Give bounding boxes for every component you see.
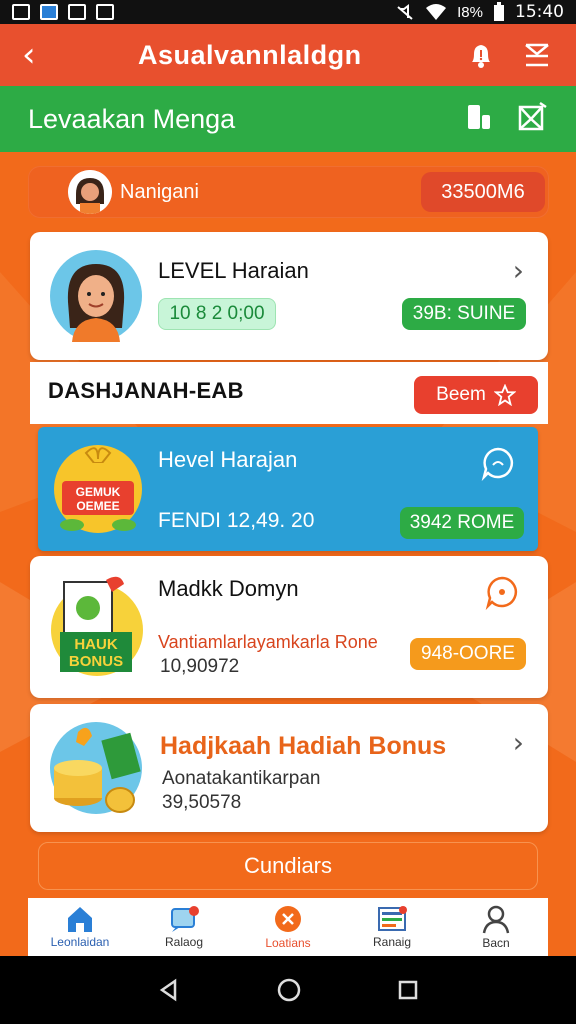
coins-image	[48, 716, 144, 816]
home-circle-icon[interactable]	[276, 977, 302, 1003]
notification-icons	[12, 4, 114, 20]
nav-label: Ranaig	[372, 935, 412, 949]
inbox-icon[interactable]	[520, 38, 554, 72]
sub-header: Levaakan Menga	[0, 86, 576, 152]
avatar	[50, 250, 142, 342]
back-button[interactable]: ‹	[22, 38, 36, 72]
app-title: Asualvannlaldgn	[138, 39, 362, 70]
nav-label: Loatians	[265, 936, 311, 950]
reward-badge: 948-OORE	[410, 638, 526, 670]
reward-card-featured[interactable]: GEMUK OEMEE Hevel Harajan FENDI 12,49. 2…	[38, 427, 538, 551]
level-progress: 10 8 2 0;00	[158, 298, 276, 330]
reward-title: Hevel Harajan	[158, 447, 298, 472]
nav-item-list[interactable]: Ranaig	[340, 898, 444, 956]
section-badge-label: Beem	[436, 384, 486, 405]
bookmark-icon[interactable]	[464, 101, 494, 138]
image-icon	[96, 4, 114, 20]
nav-item-home[interactable]: Leonlaidan	[28, 898, 132, 956]
balance-badge: 33500M6	[421, 172, 545, 212]
reward-card[interactable]: HAUK BONUS Madkk Domyn Vantiamlarlayamka…	[30, 556, 548, 698]
reward-value: 39,50578	[162, 792, 242, 813]
sub-header-title: Levaakan Menga	[28, 103, 236, 134]
reward-subtitle: FENDI 12,49. 20	[158, 509, 315, 532]
bonus-box-image: HAUK BONUS	[50, 570, 144, 678]
user-summary[interactable]: Nanigani 33500M6	[28, 166, 549, 218]
section-title: DASHJANAH-EAB	[48, 378, 244, 403]
reward-card[interactable]: Hadjkaah Hadiah Bonus › Aonatakantikarpa…	[30, 704, 548, 832]
user-icon	[482, 905, 510, 934]
chat-bubble-icon[interactable]	[484, 574, 520, 615]
nav-item-center[interactable]: Loatians	[236, 898, 340, 956]
reward-subtitle: Vantiamlarlayamkarla Rone	[158, 632, 378, 652]
back-triangle-icon[interactable]	[157, 978, 181, 1002]
status-bar: I8% 15:40	[0, 0, 576, 24]
reward-value: 10,90972	[160, 656, 240, 677]
wifi-icon	[426, 4, 447, 20]
user-name: Nanigani	[120, 180, 199, 203]
chevron-right-icon[interactable]: ›	[513, 254, 524, 287]
notification-bell-icon[interactable]	[464, 38, 498, 72]
chevron-right-icon[interactable]: ›	[513, 726, 524, 759]
nav-item-profile[interactable]: Bacn	[444, 898, 548, 956]
system-nav-bar	[0, 956, 576, 1024]
reward-title: Madkk Domyn	[158, 576, 299, 601]
chat-bubble-icon[interactable]	[480, 445, 516, 486]
reward-subtitle: Aonatakantikarpan	[162, 768, 321, 789]
gallery-icon	[12, 4, 30, 20]
nav-label: Ralaog	[164, 935, 204, 949]
avatar	[68, 170, 112, 214]
chat-icon	[171, 906, 199, 932]
home-icon	[68, 907, 92, 932]
continue-button[interactable]: Cundiars	[38, 842, 538, 890]
close-circle-icon	[275, 906, 301, 932]
mute-icon	[397, 4, 413, 20]
bonus-box-image-text-2: BONUS	[69, 653, 123, 670]
star-icon	[493, 384, 516, 406]
clock: 15:40	[515, 2, 564, 22]
battery-icon	[494, 2, 504, 21]
gift-box-image: GEMUK OEMEE	[52, 437, 144, 537]
chat-app-icon	[68, 4, 86, 20]
reward-title: Hadjkaah Hadiah Bonus	[160, 732, 447, 760]
level-card[interactable]: LEVEL Haraian › 10 8 2 0;00 39B: SUINE	[30, 232, 548, 360]
gift-box-image-text-1: GEMUK	[76, 485, 121, 499]
bottom-nav: Leonlaidan Ralaog Loatians Ranaig Bacn	[28, 898, 548, 956]
nav-label: Leonlaidan	[50, 935, 110, 949]
nav-item-chat[interactable]: Ralaog	[132, 898, 236, 956]
bonus-box-image-text-1: HAUK	[74, 636, 117, 653]
app-header: ‹ Asualvannlaldgn	[0, 24, 576, 86]
gift-box-image-text-2: OEMEE	[76, 499, 119, 513]
list-icon	[378, 906, 407, 931]
level-badge: 39B: SUINE	[402, 298, 526, 330]
level-title: LEVEL Haraian	[158, 258, 309, 283]
nav-label: Bacn	[482, 936, 510, 950]
battery-level: I8%	[457, 3, 483, 21]
reward-badge: 3942 ROME	[400, 507, 524, 539]
section-badge[interactable]: Beem	[414, 376, 538, 414]
share-icon[interactable]	[516, 101, 548, 138]
recents-square-icon[interactable]	[397, 979, 419, 1001]
app-icon	[40, 4, 58, 20]
